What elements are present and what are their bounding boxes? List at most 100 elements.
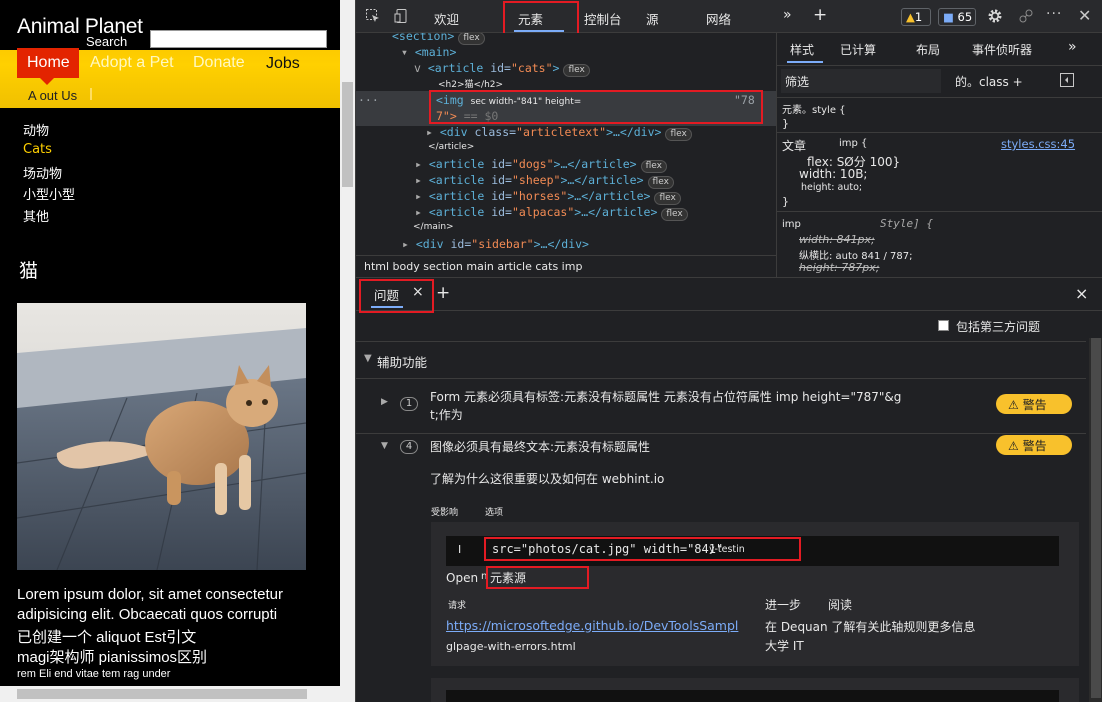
issue-row-form-label[interactable]: ▶ 1 Form 元素必须具有标签:元素没有标题属性 元素没有占位符属性 imp… — [356, 379, 1086, 434]
tab-computed[interactable]: 已计算 — [840, 41, 876, 58]
tab-layout[interactable]: 布局 — [916, 41, 940, 58]
tab-event-listeners[interactable]: 事件侦听器 — [972, 41, 1032, 58]
rule-selector-img[interactable]: imp { — [839, 138, 867, 149]
css-prop-width-overridden[interactable]: width: 841px; — [799, 233, 875, 246]
nav-donate[interactable]: Donate — [193, 54, 245, 72]
element-style-rule[interactable]: 元素。style { — [782, 101, 846, 116]
dom-node-section[interactable]: <section> flex — [392, 33, 485, 45]
dom-node-articletext[interactable]: ▸ <div class="articletext">…</div> flex — [426, 125, 692, 141]
body-text-line-5: rem Eli end vitae tem rag under — [17, 668, 171, 680]
expand-arrow[interactable]: ▸ — [415, 173, 429, 187]
highlight-issues-tab — [359, 279, 434, 313]
expand-arrow[interactable]: ▸ — [415, 189, 429, 203]
scroll-thumb[interactable] — [342, 82, 353, 187]
divider — [777, 211, 1102, 212]
tab-network[interactable]: 网络 — [706, 9, 731, 28]
dequan-link[interactable]: 在 Dequan 了解有关此轴规则更多信息 — [765, 618, 975, 635]
flex-badge[interactable]: flex — [665, 128, 692, 141]
sidebar-link-other[interactable]: 其他 — [23, 206, 49, 225]
nav-adopt[interactable]: Adopt a Pet — [90, 54, 174, 72]
dom-node-sidebar[interactable]: ▸ <div id="sidebar">…</div> — [402, 237, 589, 251]
css-prop-aspect-ratio[interactable]: 纵横比: auto 841 / 787; — [799, 247, 913, 262]
css-prop-width[interactable]: width: 10B; — [799, 167, 867, 181]
more-style-tabs-icon[interactable]: » — [1068, 39, 1077, 55]
tab-welcome[interactable]: 欢迎 — [434, 9, 459, 28]
drawer-scrollbar[interactable] — [1089, 338, 1102, 702]
add-tab-icon[interactable]: + — [813, 5, 827, 25]
options-label: 选项 — [485, 508, 504, 518]
more-options-icon[interactable]: ··· — [1046, 6, 1062, 22]
page-vertical-scrollbar[interactable] — [340, 0, 355, 702]
expand-arrow[interactable]: ▸ — [415, 205, 429, 219]
warning-counter[interactable]: ▲1 — [901, 8, 931, 26]
close-devtools-icon[interactable]: ✕ — [1078, 6, 1091, 25]
dom-row-menu-icon[interactable]: ··· — [358, 93, 379, 107]
expand-arrow[interactable]: ▸ — [426, 125, 440, 139]
dom-node-article-dogs[interactable]: ▸ <article id="dogs">…</article> flex — [415, 157, 667, 173]
expand-arrow[interactable]: v — [414, 61, 428, 75]
sidebar-link-cats[interactable]: Cats — [23, 142, 52, 157]
tab-sources[interactable]: 源 — [646, 9, 659, 28]
search-input[interactable] — [150, 30, 327, 48]
nav-jobs[interactable]: Jobs — [266, 55, 300, 73]
rule-selector-img-ua[interactable]: imp — [782, 219, 801, 230]
dom-node-article-cats[interactable]: v <article id="cats"> flex — [414, 61, 590, 77]
issues-counter[interactable]: ■ 65 — [938, 8, 976, 26]
close-drawer-icon[interactable]: × — [1075, 284, 1088, 303]
css-prop-height[interactable]: height: auto; — [801, 182, 862, 193]
scroll-thumb[interactable] — [17, 689, 307, 699]
scroll-thumb[interactable] — [1091, 338, 1101, 698]
sidebar-link-small[interactable]: 小型小型 — [23, 184, 75, 203]
dom-tag: <article — [428, 157, 485, 171]
flex-badge[interactable]: flex — [661, 208, 688, 221]
learn-more-text[interactable]: 了解为什么这很重要以及如何在 webhint.io — [430, 470, 664, 487]
dom-node-main[interactable]: ▾ <main> — [401, 45, 456, 59]
highlight-elements-tab — [503, 1, 579, 35]
body-text-line-3: 已创建一个 aliquot Est引文 — [17, 629, 197, 646]
code-snippet-next[interactable] — [446, 690, 1059, 702]
sidebar-link-animals[interactable]: 动物 — [23, 120, 49, 139]
expand-arrow[interactable]: ▾ — [401, 45, 415, 59]
tab-console[interactable]: 控制台 — [584, 9, 622, 28]
dom-tag: <div — [415, 237, 444, 251]
connection-icon[interactable] — [1018, 8, 1034, 28]
tab-styles[interactable]: 样式 — [790, 41, 814, 58]
dom-breadcrumb[interactable]: html body section main article cats imp — [356, 255, 776, 277]
dom-node-article-alpacas[interactable]: ▸ <article id="alpacas">…</article> flex — [415, 205, 688, 221]
expand-arrow[interactable]: ▸ — [415, 157, 429, 171]
css-prop-height-overridden[interactable]: height: 787px; — [799, 261, 879, 274]
class-toggle[interactable]: 的。class + — [955, 73, 1023, 90]
expand-arrow[interactable]: ▸ — [402, 237, 416, 251]
dom-node-article-horses[interactable]: ▸ <article id="horses">…</article> flex — [415, 189, 681, 205]
dom-node-article-close[interactable]: </article> — [428, 142, 474, 152]
third-party-checkbox[interactable] — [938, 320, 949, 331]
flex-badge[interactable]: flex — [647, 176, 674, 189]
styles-filter-input[interactable]: 筛选 — [781, 69, 941, 93]
dom-node-main-close[interactable]: </main> — [413, 222, 454, 232]
request-url-link[interactable]: https://microsoftedge.github.io/DevTools… — [446, 618, 738, 633]
expand-arrow-icon[interactable]: ▼ — [381, 441, 388, 451]
code-line-marker: I — [458, 543, 462, 556]
nav-home[interactable]: Home — [17, 48, 79, 78]
dom-node-article-sheep[interactable]: ▸ <article id="sheep">…</article> flex — [415, 173, 674, 189]
dom-node-h2[interactable]: <h2>猫</h2> — [438, 77, 503, 90]
flex-badge[interactable]: flex — [654, 192, 681, 205]
rule-selector-article[interactable]: 文章 — [782, 137, 806, 154]
flex-badge[interactable]: flex — [640, 160, 667, 173]
more-tabs-icon[interactable]: » — [783, 7, 792, 23]
stylesheet-link[interactable]: styles.css:45 — [1001, 137, 1075, 151]
sidebar-link-farm[interactable]: 场动物 — [23, 163, 62, 182]
inspect-icon[interactable] — [365, 8, 381, 28]
sidebar-toggle-icon[interactable] — [1060, 73, 1074, 91]
page-horizontal-scrollbar[interactable] — [0, 686, 340, 702]
nav-about[interactable]: A out Us — [28, 88, 77, 103]
dom-attr-value: "alpacas" — [511, 205, 575, 219]
device-toolbar-icon[interactable] — [394, 8, 410, 28]
settings-gear-icon[interactable] — [987, 8, 1003, 28]
category-accessibility[interactable]: ▼ 辅助功能 — [356, 341, 1086, 379]
flex-badge[interactable]: flex — [563, 64, 590, 77]
issue-title-img-alt[interactable]: 图像必须具有最终文本:元素没有标题属性 — [430, 438, 650, 455]
expand-arrow-icon: ▼ — [364, 353, 372, 364]
add-drawer-tab-icon[interactable]: + — [436, 283, 450, 303]
flex-badge[interactable]: flex — [458, 33, 485, 45]
